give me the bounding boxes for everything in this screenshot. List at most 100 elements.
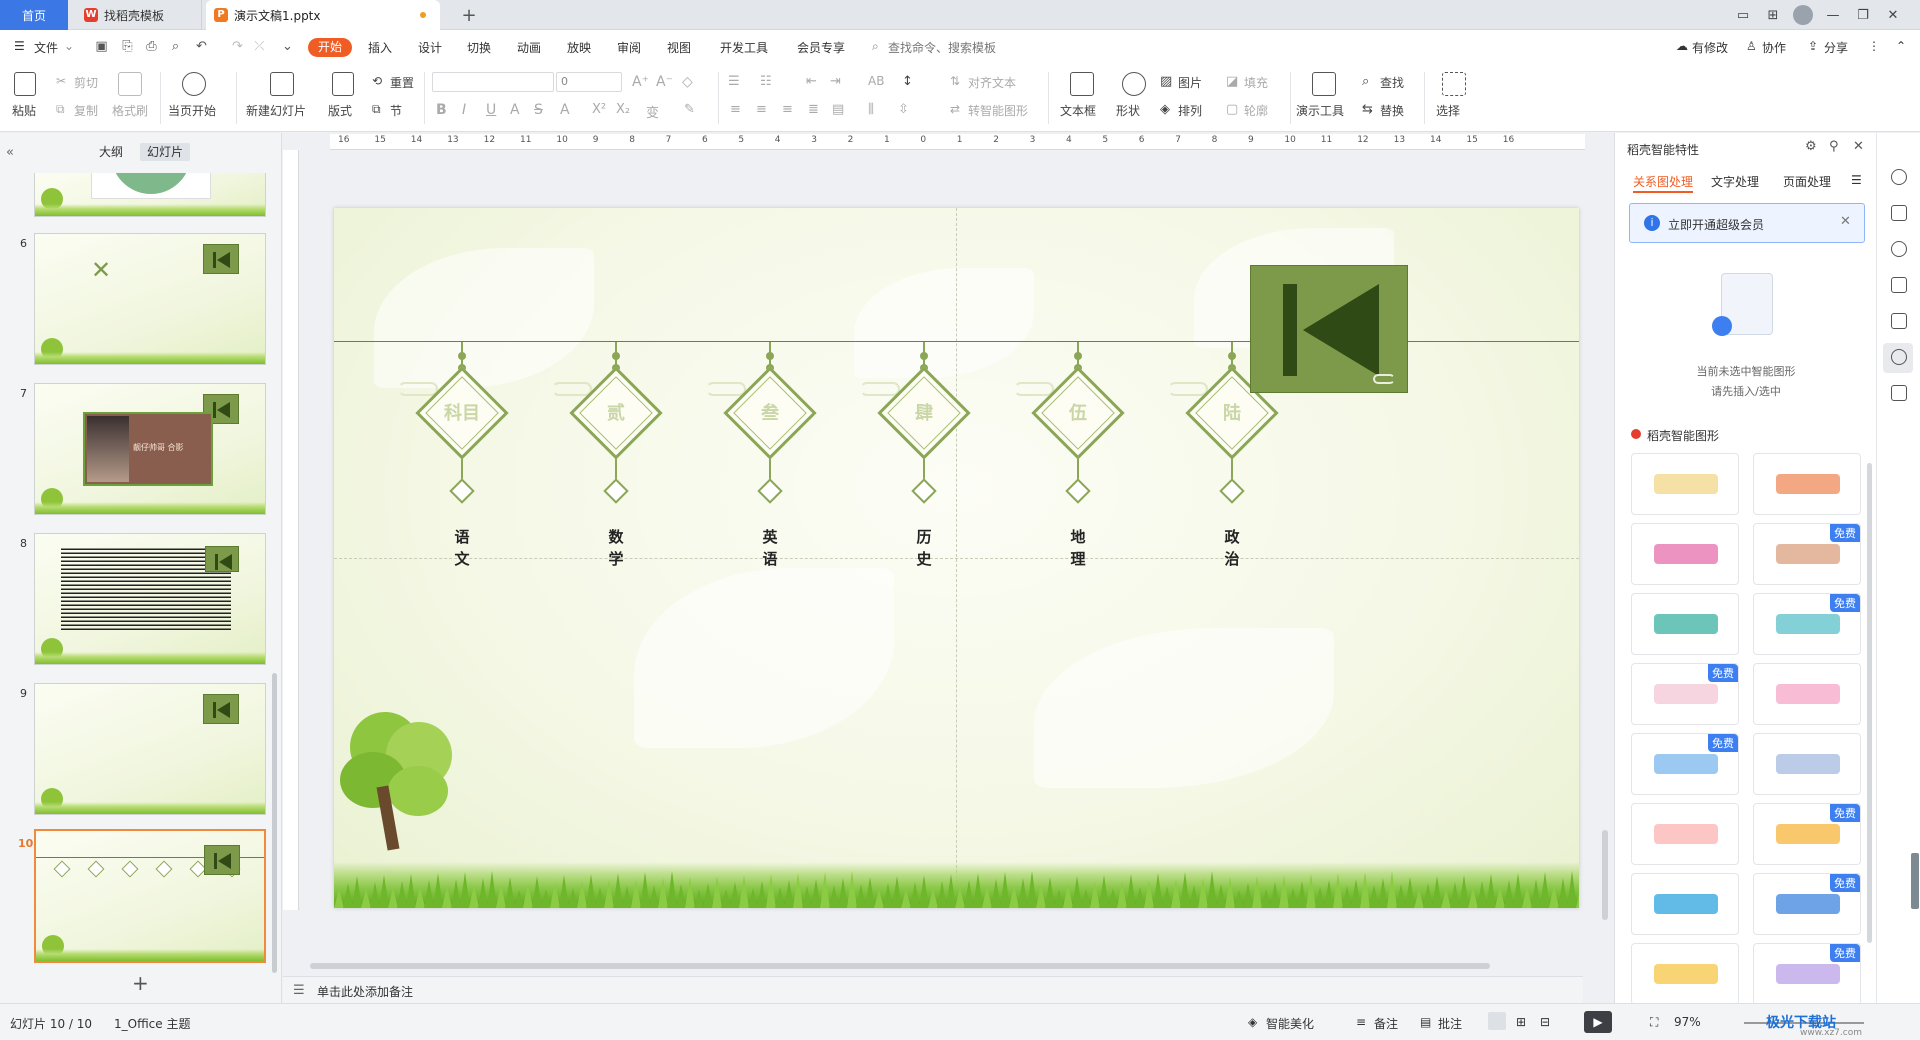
smart-graphic-card[interactable] bbox=[1631, 873, 1739, 935]
menu-member[interactable]: 会员专享 bbox=[797, 39, 845, 56]
tab-outline[interactable]: 大纲 bbox=[90, 143, 132, 161]
collapse-ribbon-icon[interactable]: ⌃ bbox=[1896, 39, 1906, 53]
redo-icon[interactable]: ↷ bbox=[230, 39, 245, 54]
slide-sorter-icon[interactable]: ⊞ bbox=[1516, 1015, 1526, 1029]
shadow-text-icon[interactable]: A bbox=[510, 102, 520, 118]
normal-view-icon[interactable] bbox=[1488, 1012, 1506, 1030]
paste-icon[interactable] bbox=[14, 72, 36, 96]
smart-graphic-card[interactable] bbox=[1631, 803, 1739, 865]
highlight-icon[interactable]: ✎ bbox=[684, 102, 695, 117]
present-tools-icon[interactable] bbox=[1312, 72, 1336, 96]
format-painter-icon[interactable] bbox=[118, 72, 142, 96]
chevron-down-icon[interactable]: ⌄ bbox=[64, 39, 74, 53]
lantern-ornament[interactable]: 科目 bbox=[398, 342, 512, 512]
menu-developer[interactable]: 开发工具 bbox=[720, 39, 768, 56]
menu-insert[interactable]: 插入 bbox=[368, 39, 392, 56]
bold-icon[interactable]: B bbox=[436, 102, 447, 118]
more-quick-icon[interactable]: ⌄ bbox=[280, 39, 295, 54]
clear-format-icon[interactable]: ◇ bbox=[682, 74, 693, 90]
align-text-button[interactable]: 对齐文本 bbox=[968, 74, 1016, 91]
tab-home[interactable]: 首页 bbox=[0, 0, 68, 30]
smart-graphic-card[interactable]: 免费 bbox=[1753, 943, 1861, 1005]
play-from-current-icon[interactable] bbox=[182, 72, 206, 96]
bullets-icon[interactable]: ☰ bbox=[728, 74, 740, 89]
slide-thumbnail-6[interactable]: ✕ bbox=[34, 233, 266, 365]
zoom-level[interactable]: 97% bbox=[1674, 1015, 1701, 1029]
grow-font-icon[interactable]: A⁺ bbox=[632, 74, 649, 90]
arrange-button[interactable]: 排列 bbox=[1178, 102, 1202, 119]
lantern-ornament[interactable]: 贰 bbox=[552, 342, 666, 512]
vertical-scrollbar[interactable] bbox=[1602, 830, 1608, 920]
shrink-font-icon[interactable]: A⁻ bbox=[656, 74, 673, 90]
outline-button[interactable]: 轮廓 bbox=[1244, 102, 1268, 119]
copy-button[interactable]: 复制 bbox=[74, 102, 98, 119]
present-tools-button[interactable]: 演示工具 bbox=[1296, 102, 1344, 119]
restore-icon[interactable]: ❐ bbox=[1848, 8, 1878, 23]
menu-start[interactable]: 开始 bbox=[308, 38, 352, 57]
menu-transition[interactable]: 切换 bbox=[467, 39, 491, 56]
subscript-icon[interactable]: X₂ bbox=[616, 102, 630, 117]
command-search-input[interactable]: 查找命令、搜索模板 bbox=[888, 39, 996, 56]
smart-graphic-card[interactable] bbox=[1631, 523, 1739, 585]
smart-graphic-card[interactable] bbox=[1753, 663, 1861, 725]
edge-handle[interactable] bbox=[1911, 853, 1919, 909]
lantern-ornament[interactable]: 叁 bbox=[706, 342, 820, 512]
menu-slideshow[interactable]: 放映 bbox=[567, 39, 591, 56]
close-icon[interactable]: ✕ bbox=[1878, 8, 1908, 23]
align-center-icon[interactable]: ≡ bbox=[756, 102, 767, 117]
slide-thumbnail-8[interactable] bbox=[34, 533, 266, 665]
export-pdf-icon[interactable]: ⎘ bbox=[120, 39, 135, 54]
has-changes-button[interactable]: 有修改 bbox=[1692, 39, 1728, 56]
fill-button[interactable]: 填充 bbox=[1244, 74, 1268, 91]
paragraph-spacing-icon[interactable]: ⇳ bbox=[898, 102, 909, 117]
add-slide-button[interactable]: + bbox=[132, 971, 149, 995]
smart-graphic-card[interactable] bbox=[1753, 453, 1861, 515]
smart-graphic-card[interactable] bbox=[1753, 733, 1861, 795]
reading-view-icon[interactable]: ⊟ bbox=[1540, 1015, 1550, 1029]
slide-thumbnail-10[interactable] bbox=[34, 829, 266, 963]
convert-smartart-button[interactable]: 转智能图形 bbox=[968, 102, 1028, 119]
menu-design[interactable]: 设计 bbox=[418, 39, 442, 56]
rocket-icon[interactable] bbox=[1891, 169, 1907, 185]
horizontal-scrollbar[interactable] bbox=[310, 963, 1490, 969]
smart-beautify-button[interactable]: 智能美化 bbox=[1266, 1015, 1314, 1032]
picture-button[interactable]: 图片 bbox=[1178, 74, 1202, 91]
grid-apps-icon[interactable]: ⊞ bbox=[1758, 8, 1788, 23]
reset-button[interactable]: 重置 bbox=[390, 74, 414, 91]
menu-view[interactable]: 视图 bbox=[667, 39, 691, 56]
shape-icon[interactable] bbox=[1122, 72, 1146, 96]
menu-animation[interactable]: 动画 bbox=[517, 39, 541, 56]
smart-graphic-card[interactable]: 免费 bbox=[1631, 663, 1739, 725]
underline-icon[interactable]: U bbox=[486, 102, 496, 118]
avatar[interactable] bbox=[1793, 5, 1813, 25]
notes-toggle-button[interactable]: 备注 bbox=[1374, 1015, 1398, 1032]
gift-icon[interactable] bbox=[1891, 313, 1907, 329]
font-size-select[interactable]: 0 bbox=[556, 72, 622, 92]
print-icon[interactable]: ⎙ bbox=[144, 39, 159, 54]
smart-graphic-card[interactable] bbox=[1631, 943, 1739, 1005]
select-icon[interactable] bbox=[1442, 72, 1466, 96]
columns-icon[interactable]: ⫼ bbox=[868, 102, 874, 117]
save-icon[interactable]: ▣ bbox=[94, 39, 109, 54]
file-menu[interactable]: 文件 bbox=[34, 39, 58, 56]
comments-button[interactable]: 批注 bbox=[1438, 1015, 1462, 1032]
fit-window-icon[interactable]: ⛶ bbox=[1650, 1015, 1658, 1030]
minimize-icon[interactable]: — bbox=[1818, 8, 1848, 23]
lantern-ornament[interactable]: 肆 bbox=[860, 342, 974, 512]
shape-button[interactable]: 形状 bbox=[1116, 102, 1140, 119]
smart-graphic-card[interactable]: 免费 bbox=[1753, 803, 1861, 865]
slide-thumbnail-9[interactable] bbox=[34, 683, 266, 815]
find-button[interactable]: 查找 bbox=[1380, 74, 1404, 91]
new-slide-button[interactable]: 新建幻灯片 bbox=[246, 102, 306, 119]
justify-icon[interactable]: ≣ bbox=[808, 102, 819, 117]
font-color-icon[interactable]: A bbox=[560, 102, 570, 118]
collapse-panel-icon[interactable]: « bbox=[6, 145, 14, 160]
decrease-indent-icon[interactable]: ⇤ bbox=[806, 74, 817, 89]
theme-name[interactable]: 1_Office 主题 bbox=[114, 1015, 190, 1032]
section-button[interactable]: 节 bbox=[390, 102, 402, 119]
magic-icon[interactable] bbox=[1891, 241, 1907, 257]
slide-thumbnail-7[interactable]: 靓仔帅哥 合影 bbox=[34, 383, 266, 515]
new-slide-icon[interactable] bbox=[270, 72, 294, 96]
tab-template[interactable]: W 找稻壳模板 bbox=[72, 0, 202, 30]
menu-review[interactable]: 审阅 bbox=[617, 39, 641, 56]
